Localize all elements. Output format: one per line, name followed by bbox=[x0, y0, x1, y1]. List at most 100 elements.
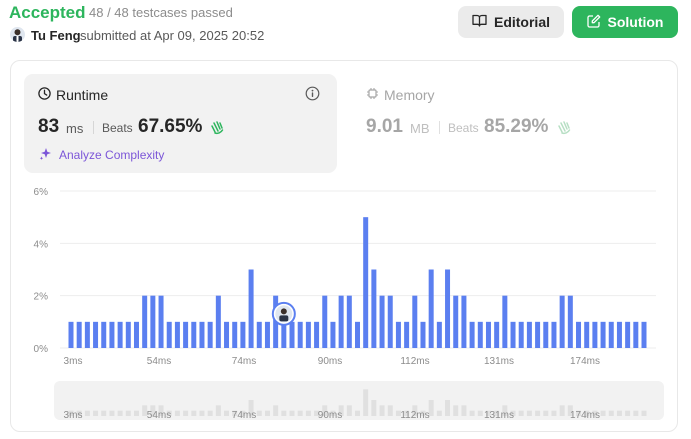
chart-bar bbox=[453, 295, 459, 348]
chart-bar bbox=[625, 321, 631, 348]
chart-bar bbox=[379, 295, 385, 348]
chart-bar bbox=[461, 295, 467, 348]
y-tick-label: 6% bbox=[34, 187, 49, 198]
navigator-tick-label: 74ms bbox=[232, 410, 256, 421]
navigator-bar bbox=[526, 410, 532, 416]
navigator-bar bbox=[616, 410, 622, 416]
navigator-bar bbox=[387, 405, 393, 416]
chart-bar bbox=[68, 321, 74, 348]
navigator-bar bbox=[379, 405, 385, 416]
chart-bar bbox=[371, 269, 377, 348]
navigator-bar bbox=[117, 410, 123, 416]
navigator-bar bbox=[264, 410, 270, 416]
navigator-bar bbox=[215, 405, 221, 416]
navigator-bar bbox=[625, 410, 631, 416]
navigator-bar bbox=[93, 410, 99, 416]
navigator-bar bbox=[207, 410, 213, 416]
x-tick-label: 174ms bbox=[570, 356, 600, 367]
chart-bar bbox=[355, 321, 360, 348]
chart-bar bbox=[559, 295, 565, 348]
chart-bar bbox=[420, 321, 426, 348]
chart-bar bbox=[543, 321, 549, 348]
chart-bar bbox=[616, 321, 622, 348]
navigator-tick-label: 54ms bbox=[147, 410, 171, 421]
chart-bar bbox=[232, 321, 238, 348]
navigator-bar bbox=[551, 410, 557, 416]
chart-bar bbox=[264, 321, 270, 348]
navigator-bar bbox=[281, 410, 287, 416]
x-tick-label: 54ms bbox=[147, 356, 171, 367]
navigator-bar bbox=[289, 410, 295, 416]
y-tick-label: 0% bbox=[34, 344, 49, 355]
navigator-bar bbox=[174, 410, 180, 416]
navigator-bar bbox=[363, 389, 369, 416]
chart-bar bbox=[142, 295, 148, 348]
chart-bar bbox=[207, 321, 213, 348]
navigator-bar bbox=[109, 410, 115, 416]
navigator-tick-label: 174ms bbox=[570, 410, 600, 421]
x-tick-label: 131ms bbox=[484, 356, 514, 367]
chart-bar bbox=[314, 321, 320, 348]
chart-bar bbox=[436, 321, 442, 348]
chart-bar bbox=[576, 321, 582, 348]
chart-bar bbox=[289, 321, 295, 348]
navigator-bar bbox=[256, 410, 262, 416]
navigator-bar bbox=[535, 410, 541, 416]
navigator-bar bbox=[346, 405, 352, 416]
chart-bar bbox=[526, 321, 532, 348]
navigator-bar bbox=[305, 410, 311, 416]
chart-bar bbox=[387, 295, 393, 348]
avatar-head bbox=[280, 308, 287, 315]
chart-bar bbox=[133, 321, 139, 348]
x-tick-label: 74ms bbox=[232, 356, 256, 367]
chart-bar bbox=[305, 321, 311, 348]
chart-bar bbox=[502, 295, 508, 348]
chart-bar bbox=[404, 321, 410, 348]
chart-bar bbox=[428, 269, 434, 348]
chart-bar bbox=[224, 321, 230, 348]
navigator-bar bbox=[469, 410, 475, 416]
chart-bar bbox=[150, 295, 156, 348]
navigator-bar bbox=[133, 410, 139, 416]
navigator-tick-label: 90ms bbox=[318, 410, 342, 421]
chart-bar bbox=[338, 295, 344, 348]
chart-bar bbox=[109, 321, 115, 348]
navigator-bar bbox=[518, 410, 524, 416]
chart-bar bbox=[215, 295, 221, 348]
chart-bar bbox=[158, 295, 164, 348]
navigator-tick-label: 3ms bbox=[64, 410, 83, 421]
navigator-bar bbox=[84, 410, 90, 416]
chart-bar bbox=[248, 269, 254, 348]
x-tick-label: 3ms bbox=[64, 356, 83, 367]
navigator-bar bbox=[608, 410, 614, 416]
chart-bar bbox=[469, 321, 475, 348]
chart-bar bbox=[592, 321, 598, 348]
chart-bar bbox=[412, 295, 418, 348]
chart-bar bbox=[608, 321, 614, 348]
navigator-bar bbox=[633, 410, 639, 416]
chart-bar bbox=[125, 321, 131, 348]
x-tick-label: 112ms bbox=[400, 356, 429, 367]
navigator-bar bbox=[101, 410, 107, 416]
chart-bar bbox=[84, 321, 90, 348]
chart-bar bbox=[199, 321, 205, 348]
navigator-bar bbox=[477, 410, 483, 416]
avatar-body bbox=[279, 315, 289, 322]
navigator-bar bbox=[355, 410, 360, 416]
navigator-bar bbox=[600, 410, 606, 416]
y-tick-label: 2% bbox=[34, 292, 49, 303]
chart-bar bbox=[76, 321, 82, 348]
navigator-bar bbox=[297, 410, 303, 416]
chart-bar bbox=[322, 295, 328, 348]
y-tick-label: 4% bbox=[34, 239, 49, 250]
chart-bar bbox=[633, 321, 639, 348]
chart-bar bbox=[600, 321, 606, 348]
chart-bar bbox=[445, 269, 451, 348]
chart-bar bbox=[477, 321, 483, 348]
navigator-bar bbox=[436, 410, 442, 416]
navigator-bar bbox=[224, 410, 230, 416]
navigator-bar bbox=[199, 410, 205, 416]
navigator-bar bbox=[191, 410, 197, 416]
chart-bar bbox=[330, 321, 336, 348]
navigator-bar bbox=[641, 410, 647, 416]
